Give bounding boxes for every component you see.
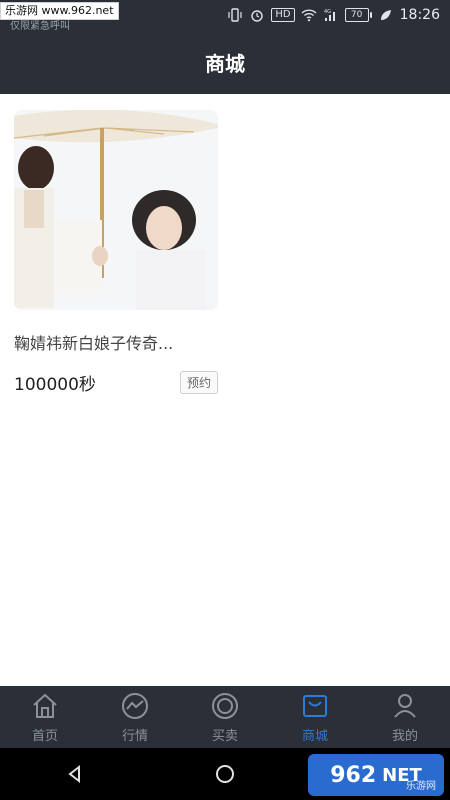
logo-subtitle: 乐游网 — [406, 781, 436, 792]
product-card[interactable]: 鞠婧祎新白娘子传奇... 100000秒 预约 — [14, 110, 218, 395]
product-photo-icon — [14, 110, 218, 310]
home-circle-icon — [216, 765, 234, 783]
nav-item-profile[interactable]: 我的 — [360, 686, 450, 748]
clock-time: 18:26 — [399, 7, 440, 23]
vibrate-icon — [227, 7, 243, 23]
battery-level: 70 — [344, 8, 369, 22]
product-row: 100000秒 预约 — [14, 370, 218, 395]
nav-label-home: 首页 — [31, 728, 58, 744]
battery-icon: 70 — [344, 8, 372, 22]
home-icon — [30, 691, 60, 721]
back-icon — [68, 764, 80, 784]
nav-item-trade[interactable]: 买卖 — [180, 686, 270, 748]
site-logo: 962 NET 乐游网 — [308, 754, 444, 796]
user-icon — [390, 691, 420, 721]
home-button[interactable] — [203, 752, 247, 796]
product-title[interactable]: 鞠婧祎新白娘子传奇... — [14, 330, 204, 354]
status-icons: HD 4G 70 18:26 — [227, 6, 440, 24]
circle-icon — [210, 691, 240, 721]
back-button[interactable] — [53, 752, 97, 796]
nav-item-mall[interactable]: 商城 — [270, 686, 360, 748]
product-price: 100000秒 — [14, 375, 96, 395]
page-title: 商城 — [205, 51, 245, 76]
wifi-icon — [301, 7, 317, 23]
nav-label-trade: 买卖 — [211, 728, 238, 744]
main-content: 鞠婧祎新白娘子传奇... 100000秒 预约 — [0, 94, 450, 686]
title-bar: 商城 — [0, 30, 450, 94]
signal-icon: 4G — [323, 7, 339, 23]
product-image[interactable] — [14, 110, 218, 310]
nav-label-mall: 商城 — [301, 728, 328, 744]
nav-item-home[interactable]: 首页 — [0, 686, 90, 748]
bottom-nav: 首页 行情 买卖 商城 我的 — [0, 686, 450, 748]
nav-label-profile: 我的 — [391, 728, 418, 744]
network-text: 4G — [324, 9, 331, 15]
logo-number: 962 — [330, 762, 377, 788]
trend-icon — [120, 691, 150, 721]
leaf-icon — [378, 7, 394, 23]
status-bar: 乐游网 www.962.net 仅限紧急呼叫 HD 4G 70 18:26 — [0, 0, 450, 32]
nav-label-market: 行情 — [121, 728, 148, 744]
mall-icon — [300, 691, 330, 721]
reserve-button[interactable]: 预约 — [179, 371, 218, 394]
alarm-icon — [249, 7, 265, 23]
nav-item-market[interactable]: 行情 — [90, 686, 180, 748]
hd-badge: HD — [271, 8, 295, 22]
